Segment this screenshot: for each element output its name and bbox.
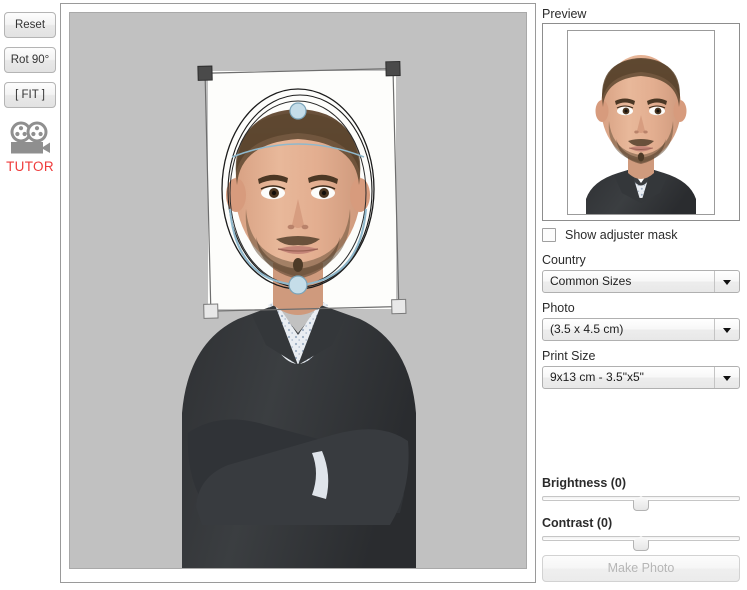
chevron-down-icon[interactable] (714, 319, 739, 340)
preview-photo (567, 30, 715, 215)
left-toolbar: Reset Rot 90° [ FIT ] TUTOR (0, 0, 60, 590)
photo-size-select[interactable]: (3.5 x 4.5 cm) (542, 318, 740, 341)
brightness-slider[interactable] (542, 493, 740, 511)
tutor-label: TUTOR (6, 159, 54, 174)
rotate-90-button[interactable]: Rot 90° (4, 47, 56, 73)
show-adjuster-mask-row[interactable]: Show adjuster mask (542, 228, 678, 242)
make-photo-button[interactable]: Make Photo (542, 555, 740, 582)
show-adjuster-mask-label: Show adjuster mask (565, 228, 678, 242)
photo-size-label: Photo (542, 301, 575, 315)
preview-box (542, 23, 740, 221)
reset-button[interactable]: Reset (4, 12, 56, 38)
tutor-button[interactable]: TUTOR (2, 120, 58, 174)
preview-title: Preview (542, 7, 587, 21)
right-panel: Preview Show adjuster mask Country Commo… (541, 0, 747, 590)
contrast-slider[interactable] (542, 533, 740, 551)
contrast-label: Contrast (0) (542, 516, 613, 530)
canvas-frame (60, 3, 536, 583)
country-select-value: Common Sizes (550, 274, 632, 288)
country-select[interactable]: Common Sizes (542, 270, 740, 293)
print-size-select-value: 9x13 cm - 3.5"x5" (550, 370, 644, 384)
print-size-label: Print Size (542, 349, 596, 363)
show-adjuster-mask-checkbox[interactable] (542, 228, 556, 242)
country-label: Country (542, 253, 586, 267)
image-canvas[interactable] (69, 12, 527, 569)
source-photo (182, 71, 416, 568)
chevron-down-icon[interactable] (714, 367, 739, 388)
brightness-label: Brightness (0) (542, 476, 627, 490)
photo-size-select-value: (3.5 x 4.5 cm) (550, 322, 624, 336)
chevron-down-icon[interactable] (714, 271, 739, 292)
preview-portrait (568, 31, 714, 214)
print-size-select[interactable]: 9x13 cm - 3.5"x5" (542, 366, 740, 389)
fit-button[interactable]: [ FIT ] (4, 82, 56, 108)
movie-camera-icon (10, 121, 50, 154)
